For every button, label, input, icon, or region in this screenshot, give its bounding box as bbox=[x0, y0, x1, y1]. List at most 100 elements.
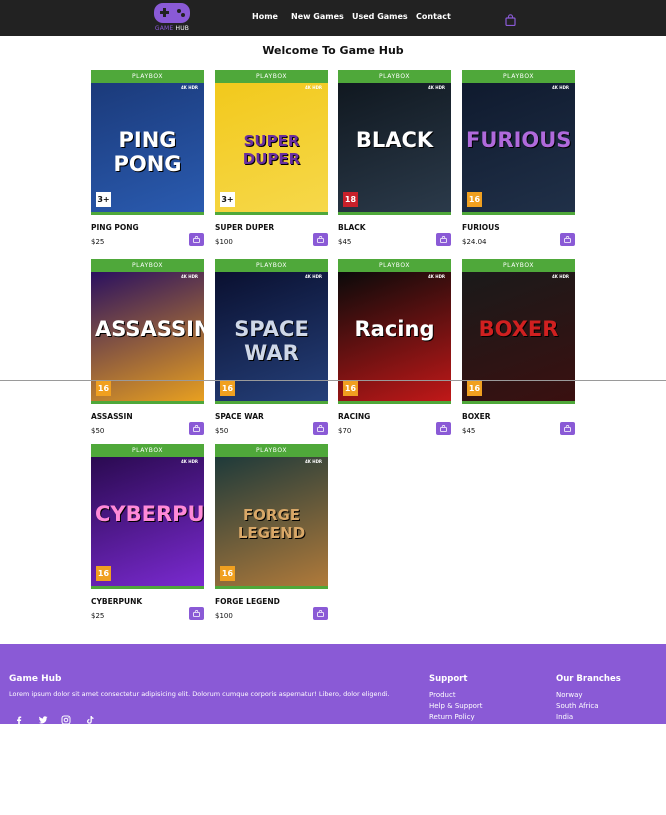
store-label: PLAYBOX bbox=[91, 70, 204, 83]
shopping-bag-icon bbox=[317, 425, 324, 432]
tiktok-icon[interactable] bbox=[85, 710, 95, 724]
product-name[interactable]: ASSASSIN bbox=[91, 412, 133, 421]
age-rating-badge: 16 bbox=[467, 192, 482, 207]
product-name[interactable]: FURIOUS bbox=[462, 223, 500, 232]
product-name[interactable]: BLACK bbox=[338, 223, 366, 232]
game-cover-image[interactable]: PLAYBOX 4K HDR SUPER DUPER 3+ bbox=[215, 70, 328, 215]
footer-support-title: Support bbox=[429, 674, 468, 684]
age-rating-badge: 16 bbox=[96, 566, 111, 581]
product-name[interactable]: PING PONG bbox=[91, 223, 139, 232]
add-to-cart-button[interactable] bbox=[436, 233, 451, 246]
footer-branch-south-africa[interactable]: South Africa bbox=[556, 702, 599, 710]
game-cover-image[interactable]: PLAYBOX 4K HDR FURIOUS 16 bbox=[462, 70, 575, 215]
store-label: PLAYBOX bbox=[338, 70, 451, 83]
product-card[interactable]: PLAYBOX 4K HDR PING PONG 3+ PING PONG $25 bbox=[91, 70, 204, 250]
product-card[interactable]: PLAYBOX 4K HDR BOXER 16 BOXER $45 bbox=[462, 259, 575, 439]
shopping-bag-icon bbox=[440, 425, 447, 432]
nav-link-home[interactable]: Home bbox=[252, 12, 278, 21]
nav-link-new-games[interactable]: New Games bbox=[291, 12, 344, 21]
add-to-cart-button[interactable] bbox=[189, 607, 204, 620]
add-to-cart-button[interactable] bbox=[436, 422, 451, 435]
game-cover-image[interactable]: PLAYBOX 4K HDR BOXER 16 bbox=[462, 259, 575, 404]
footer-brand: Game Hub bbox=[9, 674, 62, 684]
shopping-bag-icon bbox=[317, 236, 324, 243]
game-cover-image[interactable]: PLAYBOX 4K HDR SPACE WAR 16 bbox=[215, 259, 328, 404]
add-to-cart-button[interactable] bbox=[189, 233, 204, 246]
age-rating-badge: 16 bbox=[220, 566, 235, 581]
game-cover-image[interactable]: PLAYBOX 4K HDR FORGE LEGEND 16 bbox=[215, 444, 328, 589]
add-to-cart-button[interactable] bbox=[313, 422, 328, 435]
product-price: $100 bbox=[215, 612, 233, 620]
store-label: PLAYBOX bbox=[462, 70, 575, 83]
cover-title: Racing bbox=[354, 317, 435, 341]
shopping-bag-icon bbox=[193, 425, 200, 432]
game-cover-image[interactable]: PLAYBOX 4K HDR Racing 16 bbox=[338, 259, 451, 404]
cover-bottom-bar bbox=[338, 401, 451, 404]
shopping-bag-icon bbox=[317, 610, 324, 617]
footer: Game Hub Lorem ipsum dolor sit amet cons… bbox=[0, 644, 666, 725]
product-name[interactable]: FORGE LEGEND bbox=[215, 597, 280, 606]
store-label: PLAYBOX bbox=[215, 444, 328, 457]
facebook-icon[interactable] bbox=[14, 710, 24, 725]
age-rating-badge: 3+ bbox=[220, 192, 235, 207]
footer-link-help-support[interactable]: Help & Support bbox=[429, 702, 483, 710]
game-cover-image[interactable]: PLAYBOX 4K HDR ASSASSIN 16 bbox=[91, 259, 204, 404]
product-card[interactable]: PLAYBOX 4K HDR ASSASSIN 16 ASSASSIN $50 bbox=[91, 259, 204, 439]
product-card[interactable]: PLAYBOX 4K HDR SUPER DUPER 3+ SUPER DUPER $10… bbox=[215, 70, 328, 250]
cover-bottom-bar bbox=[462, 212, 575, 215]
hdr-badge: 4K HDR bbox=[180, 459, 198, 464]
add-to-cart-button[interactable] bbox=[189, 422, 204, 435]
product-name[interactable]: RACING bbox=[338, 412, 370, 421]
instagram-icon[interactable] bbox=[61, 710, 71, 725]
shopping-bag-icon[interactable] bbox=[505, 11, 516, 27]
game-cover-image[interactable]: PLAYBOX 4K HDR CYBERPUNK 16 bbox=[91, 444, 204, 589]
product-name[interactable]: CYBERPUNK bbox=[91, 597, 142, 606]
product-price: $50 bbox=[215, 427, 229, 435]
shopping-bag-icon bbox=[193, 236, 200, 243]
cover-bottom-bar bbox=[91, 401, 204, 404]
hdr-badge: 4K HDR bbox=[180, 85, 198, 90]
store-label: PLAYBOX bbox=[215, 259, 328, 272]
product-name[interactable]: SPACE WAR bbox=[215, 412, 264, 421]
product-name[interactable]: SUPER DUPER bbox=[215, 223, 274, 232]
hdr-badge: 4K HDR bbox=[427, 85, 445, 90]
footer-branch-norway[interactable]: Norway bbox=[556, 691, 583, 699]
footer-branch-india[interactable]: India bbox=[556, 713, 573, 721]
add-to-cart-button[interactable] bbox=[560, 422, 575, 435]
store-label: PLAYBOX bbox=[91, 444, 204, 457]
store-label: PLAYBOX bbox=[338, 259, 451, 272]
twitter-icon[interactable] bbox=[38, 710, 48, 724]
footer-branches-title: Our Branches bbox=[556, 674, 621, 684]
age-rating-badge: 16 bbox=[343, 381, 358, 396]
cover-title: SPACE WAR bbox=[234, 317, 309, 365]
product-card[interactable]: PLAYBOX 4K HDR FORGE LEGEND 16 FORGE LEGEND $… bbox=[215, 444, 328, 624]
footer-link-return-policy[interactable]: Return Policy bbox=[429, 713, 475, 721]
add-to-cart-button[interactable] bbox=[313, 233, 328, 246]
product-card[interactable]: PLAYBOX 4K HDR CYBERPUNK 16 CYBERPUNK $25 bbox=[91, 444, 204, 624]
product-name[interactable]: BOXER bbox=[462, 412, 491, 421]
product-price: $45 bbox=[462, 427, 476, 435]
footer-link-product[interactable]: Product bbox=[429, 691, 456, 699]
product-card[interactable]: PLAYBOX 4K HDR SPACE WAR 16 SPACE WAR $50 bbox=[215, 259, 328, 439]
game-cover-image[interactable]: PLAYBOX 4K HDR PING PONG 3+ bbox=[91, 70, 204, 215]
product-price: $25 bbox=[91, 612, 105, 620]
nav-link-contact[interactable]: Contact bbox=[416, 12, 451, 21]
age-rating-badge: 18 bbox=[343, 192, 358, 207]
logo[interactable]: GAME HUB bbox=[152, 2, 192, 34]
cover-title: FORGE LEGEND bbox=[237, 506, 306, 542]
cover-bottom-bar bbox=[91, 586, 204, 589]
hdr-badge: 4K HDR bbox=[304, 85, 322, 90]
cover-bottom-bar bbox=[215, 586, 328, 589]
product-price: $70 bbox=[338, 427, 352, 435]
store-label: PLAYBOX bbox=[91, 259, 204, 272]
nav-link-used-games[interactable]: Used Games bbox=[352, 12, 408, 21]
product-card[interactable]: PLAYBOX 4K HDR BLACK 18 BLACK $45 bbox=[338, 70, 451, 250]
hdr-badge: 4K HDR bbox=[304, 459, 322, 464]
add-to-cart-button[interactable] bbox=[560, 233, 575, 246]
product-card[interactable]: PLAYBOX 4K HDR FURIOUS 16 FURIOUS $24.04 bbox=[462, 70, 575, 250]
add-to-cart-button[interactable] bbox=[313, 607, 328, 620]
footer-description: Lorem ipsum dolor sit amet consectetur a… bbox=[9, 690, 390, 698]
cover-title: CYBERPUNK bbox=[95, 502, 204, 526]
game-cover-image[interactable]: PLAYBOX 4K HDR BLACK 18 bbox=[338, 70, 451, 215]
product-card[interactable]: PLAYBOX 4K HDR Racing 16 RACING $70 bbox=[338, 259, 451, 439]
